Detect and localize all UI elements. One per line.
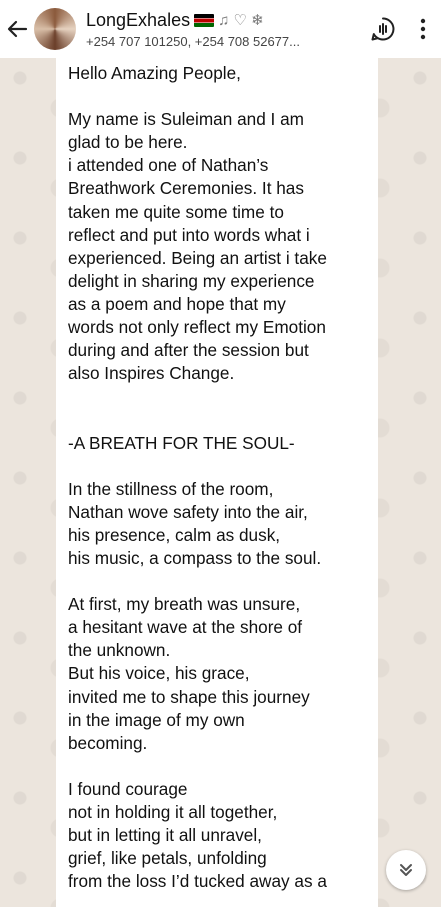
message-line: his music, a compass to the soul. [68, 547, 322, 568]
voice-chat-icon [371, 17, 395, 41]
message-line: -A BREATH FOR THE SOUL- [68, 432, 295, 453]
message-line: But his voice, his grace, [68, 663, 250, 684]
back-arrow-icon [7, 20, 28, 38]
message-line [68, 570, 368, 593]
message-line: experienced. Being an artist i take [68, 247, 327, 268]
message-line [68, 385, 368, 408]
message-line: from the loss I’d tucked away as a [68, 871, 327, 892]
message-line: glad to be here. [68, 132, 188, 153]
more-options-button[interactable] [405, 0, 441, 58]
message-line: his presence, calm as dusk, [68, 524, 281, 545]
message-line: words not only reflect my Emotion [68, 317, 326, 338]
avatar[interactable] [34, 8, 76, 50]
chat-area[interactable]: Hello Amazing People, My name is Suleima… [0, 58, 441, 907]
message-line: Breathwork Ceremonies. It has [68, 178, 304, 199]
message-line: not in holding it all together, [68, 802, 278, 822]
message-line: I found courage [68, 778, 188, 799]
message-line: becoming. [68, 732, 148, 753]
message-line: grief, like petals, unfolding [68, 848, 267, 869]
kenya-flag-icon [194, 13, 215, 27]
message-line: taken me quite some time to [68, 201, 284, 222]
contact-info[interactable]: LongExhales ♫ ♡ ❄ +254 707 101250, +254 … [86, 10, 361, 49]
name-emoji: ♫ ♡ ❄ [218, 12, 264, 29]
more-vertical-icon [420, 18, 426, 40]
chat-header: LongExhales ♫ ♡ ❄ +254 707 101250, +254 … [0, 0, 441, 58]
message-line: reflect and put into words what i [68, 224, 310, 245]
call-button[interactable] [361, 0, 405, 58]
message-line: At first, my breath was unsure, [68, 594, 301, 615]
message-line: in the image of my own [68, 709, 245, 730]
message-line: also Inspires Change. [68, 363, 235, 384]
message-line: invited me to shape this journey [68, 686, 310, 707]
message-line: i attended one of Nathan’s [68, 155, 269, 176]
message-line: My name is Suleiman and I am [68, 109, 304, 130]
message-line: as a poem and hope that my [68, 293, 286, 314]
double-chevron-down-icon [400, 864, 412, 876]
message-line: Nathan wove safety into the air, [68, 501, 308, 522]
message-line: delight in sharing my experience [68, 270, 315, 291]
message-line: a hesitant wave at the shore of [68, 617, 303, 638]
scroll-to-bottom-button[interactable] [386, 850, 426, 890]
message-line [68, 755, 368, 778]
contact-name: LongExhales [86, 9, 191, 30]
message-line: during and after the session but [68, 340, 309, 361]
message-line: the unknown. [68, 640, 171, 661]
message-bubble[interactable]: Hello Amazing People, My name is Suleima… [56, 58, 378, 907]
message-line [68, 455, 368, 478]
participants-subtitle: +254 707 101250, +254 708 52677... [86, 33, 300, 49]
message-line: Hello Amazing People, [68, 63, 241, 83]
message-line: but in letting it all unravel, [68, 825, 262, 846]
message-line: In the stillness of the room, [68, 478, 274, 499]
message-line [68, 85, 368, 108]
back-button[interactable] [0, 0, 34, 58]
message-line [68, 408, 368, 431]
